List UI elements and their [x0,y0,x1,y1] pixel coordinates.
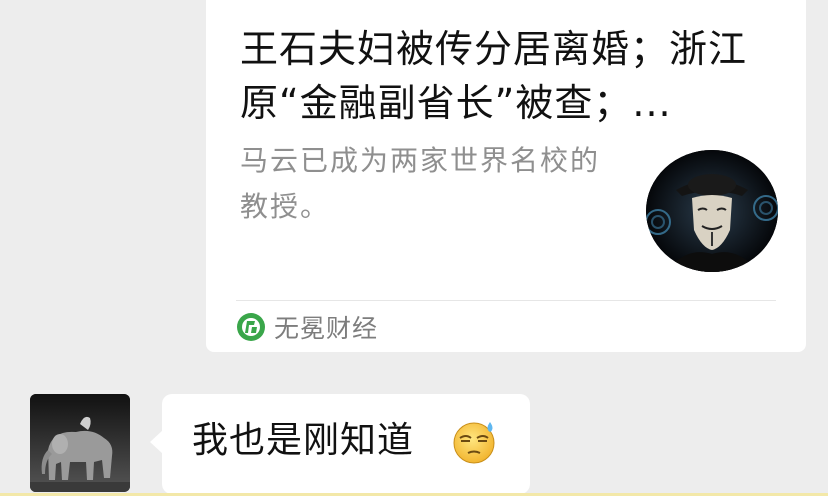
article-thumbnail [646,150,778,272]
article-description: 马云已成为两家世界名校的教授。 [240,144,601,223]
article-title: 王石夫妇被传分居离婚；浙江原“金融副省长”被查；... [240,27,748,125]
article-source[interactable]: 无冕财经 [236,309,378,345]
sweating-face-emoji-icon [453,422,495,464]
chat-screen: { "link_card": { "title": "王石夫妇被传分居离婚；浙江… [0,0,828,496]
wumian-caijing-logo-icon [237,313,265,341]
bubble-tail [150,430,163,454]
message-bubble[interactable]: 我也是刚知道 [150,394,530,494]
shared-article-card[interactable]: 王石夫妇被传分居离婚；浙江原“金融副省长”被查；... 马云已成为两家世界名校的… [206,0,806,352]
contact-avatar[interactable] [30,394,130,492]
message-text: 我也是刚知道 [192,420,415,461]
card-divider [236,300,776,301]
source-name: 无冕财经 [274,314,379,343]
